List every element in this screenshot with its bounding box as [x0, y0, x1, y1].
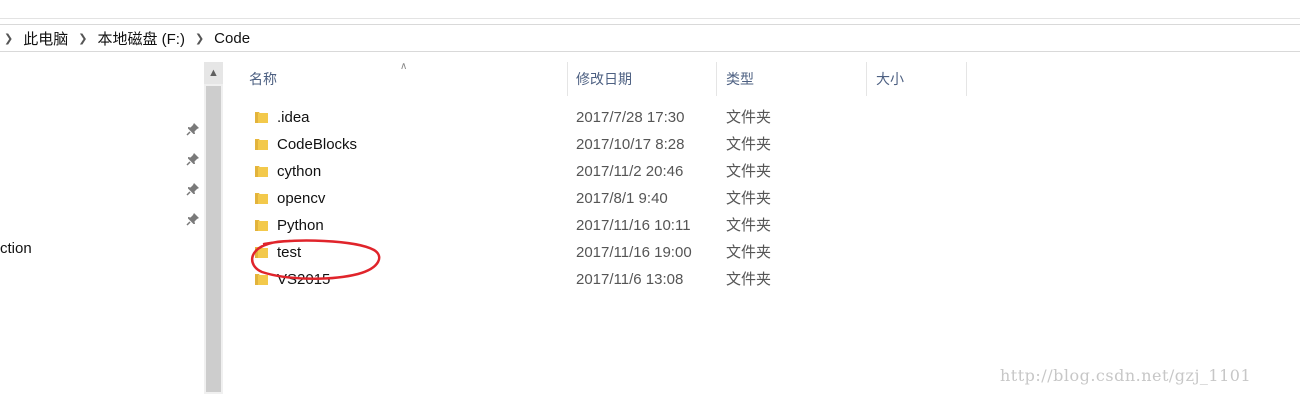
folder-icon — [255, 166, 268, 177]
file-row[interactable]: test 2017/11/16 19:00 文件夹 — [240, 239, 980, 266]
file-modified: 2017/11/2 20:46 — [576, 163, 684, 180]
file-name[interactable]: Python — [277, 212, 324, 239]
file-name[interactable]: test — [277, 239, 301, 266]
file-row[interactable]: opencv 2017/8/1 9:40 文件夹 — [240, 185, 980, 212]
folder-icon — [255, 220, 268, 231]
toolbar-strip — [0, 0, 1300, 19]
file-type: 文件夹 — [726, 244, 772, 261]
file-type: 文件夹 — [726, 217, 772, 234]
column-header: ∧ 名称 修改日期 类型 大小 — [240, 61, 970, 96]
column-header-modified[interactable]: 修改日期 — [567, 62, 717, 96]
breadcrumb-this-pc[interactable]: 此电脑 — [21, 28, 70, 49]
chevron-right-icon[interactable]: ❯ — [4, 32, 13, 45]
column-header-type[interactable]: 类型 — [717, 62, 867, 96]
file-name[interactable]: opencv — [277, 185, 325, 212]
column-label: 大小 — [876, 71, 904, 87]
nav-item-label[interactable]: ction — [0, 240, 32, 257]
chevron-right-icon[interactable]: ❯ — [195, 32, 204, 45]
address-bar[interactable]: ❯ 此电脑 ❯ 本地磁盘 (F:) ❯ Code — [0, 24, 1300, 52]
file-name[interactable]: CodeBlocks — [277, 131, 357, 158]
pin-icon[interactable] — [186, 182, 200, 196]
nav-scrollbar[interactable]: ▲ — [204, 62, 223, 394]
file-type: 文件夹 — [726, 271, 772, 288]
folder-icon — [255, 274, 268, 285]
file-name[interactable]: VS2015 — [277, 266, 330, 293]
breadcrumb-drive-f[interactable]: 本地磁盘 (F:) — [95, 28, 187, 49]
pin-icon[interactable] — [186, 122, 200, 136]
watermark: http://blog.csdn.net/gzj_1101 — [1000, 366, 1252, 385]
navigation-pane: ction — [0, 62, 204, 394]
file-row[interactable]: Python 2017/11/16 10:11 文件夹 — [240, 212, 980, 239]
file-name[interactable]: .idea — [277, 104, 310, 131]
chevron-right-icon[interactable]: ❯ — [78, 32, 87, 45]
column-label: 类型 — [726, 71, 754, 87]
file-modified: 2017/10/17 8:28 — [576, 136, 685, 153]
file-type: 文件夹 — [726, 190, 772, 207]
file-modified: 2017/7/28 17:30 — [576, 109, 685, 126]
file-row[interactable]: VS2015 2017/11/6 13:08 文件夹 — [240, 266, 980, 293]
file-type: 文件夹 — [726, 109, 772, 126]
file-row[interactable]: CodeBlocks 2017/10/17 8:28 文件夹 — [240, 131, 980, 158]
column-header-size[interactable]: 大小 — [867, 62, 967, 96]
folder-icon — [255, 139, 268, 150]
file-list: .idea 2017/7/28 17:30 文件夹 CodeBlocks 201… — [240, 104, 980, 293]
column-header-name[interactable]: ∧ 名称 — [240, 61, 568, 96]
file-modified: 2017/11/6 13:08 — [576, 271, 684, 288]
file-type: 文件夹 — [726, 136, 772, 153]
sort-up-icon: ∧ — [400, 61, 408, 72]
file-modified: 2017/11/16 19:00 — [576, 244, 692, 261]
folder-icon — [255, 193, 268, 204]
scroll-up-icon[interactable]: ▲ — [204, 62, 223, 84]
folder-icon — [255, 247, 268, 258]
pin-icon[interactable] — [186, 212, 200, 226]
file-modified: 2017/8/1 9:40 — [576, 190, 668, 207]
scrollbar-thumb[interactable] — [206, 86, 221, 392]
column-label: 名称 — [249, 71, 277, 87]
breadcrumb-code[interactable]: Code — [212, 30, 252, 47]
file-modified: 2017/11/16 10:11 — [576, 217, 691, 234]
folder-icon — [255, 112, 268, 123]
column-label: 修改日期 — [576, 71, 632, 87]
file-type: 文件夹 — [726, 163, 772, 180]
file-name[interactable]: cython — [277, 158, 321, 185]
file-row[interactable]: cython 2017/11/2 20:46 文件夹 — [240, 158, 980, 185]
pin-icon[interactable] — [186, 152, 200, 166]
file-row[interactable]: .idea 2017/7/28 17:30 文件夹 — [240, 104, 980, 131]
